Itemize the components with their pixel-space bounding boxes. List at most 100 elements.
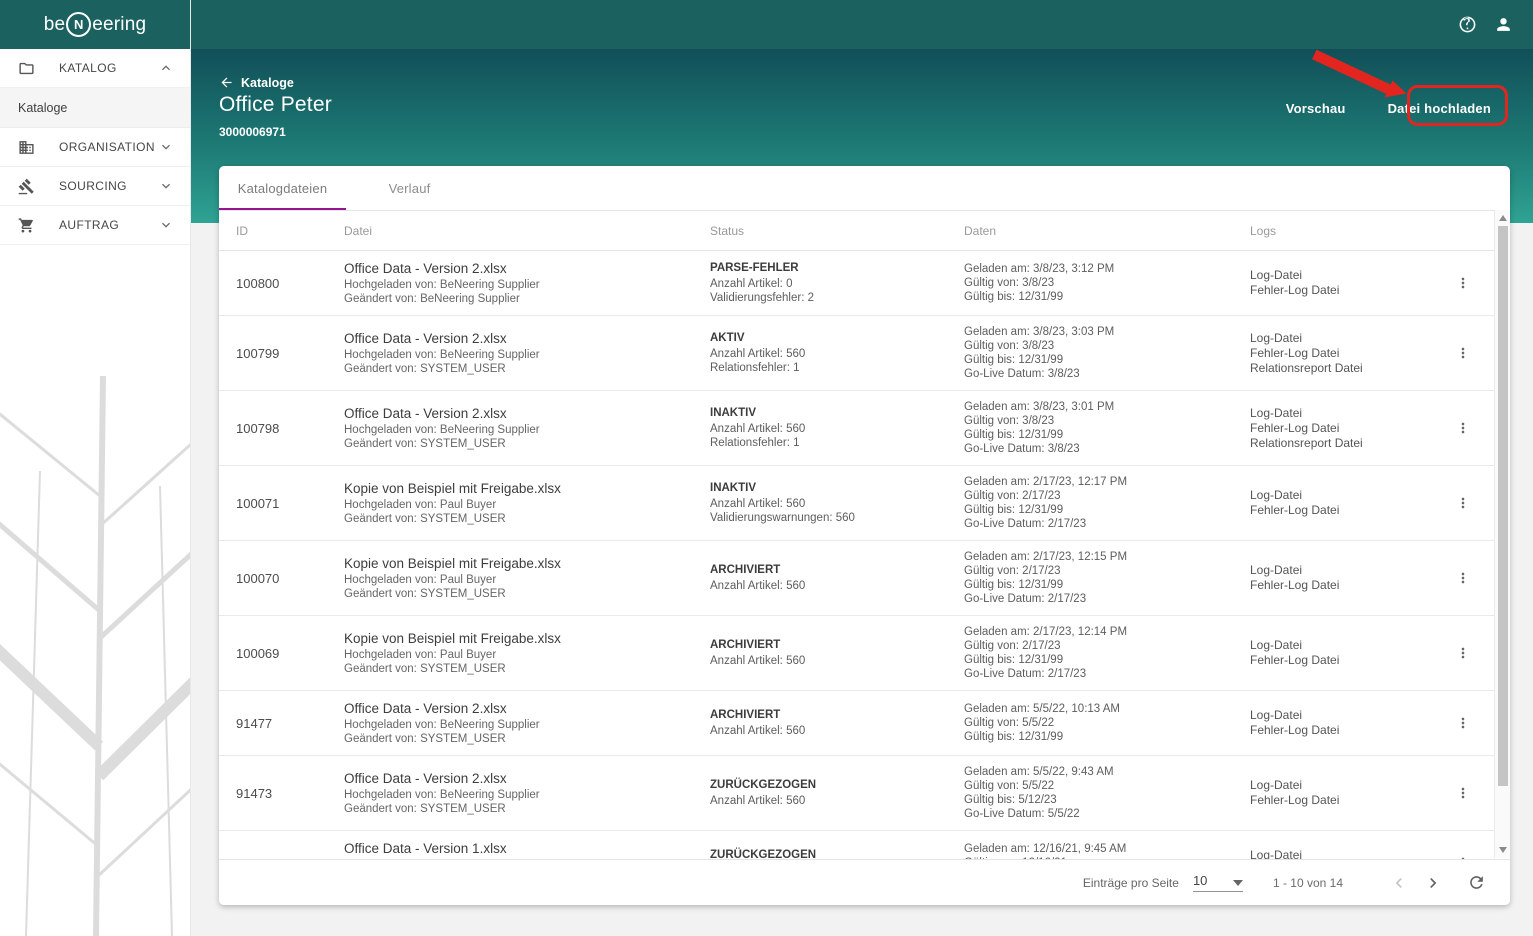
log-file-link[interactable]: Relationsreport Datei — [1250, 436, 1434, 451]
logo-text-prefix: be — [43, 13, 66, 35]
back-link[interactable]: Kataloge — [219, 75, 294, 90]
scrollbar-thumb[interactable] — [1498, 226, 1508, 786]
scrollbar-down-arrow[interactable] — [1499, 847, 1507, 853]
chevron-down-icon — [158, 139, 174, 155]
row-menu-button[interactable] — [1447, 487, 1479, 519]
row-menu-button[interactable] — [1447, 847, 1479, 859]
log-file-link[interactable]: Fehler-Log Datei — [1250, 346, 1434, 361]
status-detail: Anzahl Artikel: 560 — [710, 580, 806, 592]
log-file-link[interactable]: Fehler-Log Datei — [1250, 793, 1434, 808]
cell-file: Office Data - Version 1.xlsx Hochgeladen… — [344, 840, 710, 859]
log-file-link[interactable]: Fehler-Log Datei — [1250, 578, 1434, 593]
date-detail: Go-Live Datum: 2/17/23 — [964, 518, 1087, 530]
table-row: 100070 Kopie von Beispiel mit Freigabe.x… — [219, 541, 1494, 616]
table-row: 100800 Office Data - Version 2.xlsx Hoch… — [219, 251, 1494, 316]
table-row: 91477 Office Data - Version 2.xlsx Hochg… — [219, 691, 1494, 756]
file-name: Office Data - Version 2.xlsx — [344, 406, 507, 421]
file-changed-by: Geändert von: SYSTEM_USER — [344, 663, 506, 675]
sidebar-item-sourcing[interactable]: SOURCING — [0, 167, 190, 206]
header-actions: Vorschau Datei hochladen — [1280, 97, 1497, 120]
row-menu-button[interactable] — [1447, 337, 1479, 369]
folder-icon — [18, 60, 35, 77]
cell-id: 91477 — [236, 715, 273, 731]
building-watermark-image — [0, 376, 190, 936]
log-file-link[interactable]: Fehler-Log Datei — [1250, 283, 1434, 298]
log-file-link[interactable]: Log-Datei — [1250, 331, 1434, 346]
date-detail: Geladen am: 2/17/23, 12:15 PM — [964, 551, 1128, 563]
upload-file-button[interactable]: Datei hochladen — [1382, 97, 1497, 120]
cell-id: 100069 — [236, 645, 280, 661]
chevron-down-icon — [158, 217, 174, 233]
cell-file: Office Data - Version 2.xlsx Hochgeladen… — [344, 405, 710, 451]
row-menu-button[interactable] — [1447, 267, 1479, 299]
date-detail: Gültig von: 5/5/22 — [964, 717, 1055, 729]
row-menu-button[interactable] — [1447, 412, 1479, 444]
log-file-link[interactable]: Log-Datei — [1250, 638, 1434, 653]
status-value: ARCHIVIERT — [710, 639, 781, 651]
user-icon[interactable] — [1494, 15, 1513, 34]
cell-status: ARCHIVIERT Anzahl Artikel: 560 — [710, 708, 964, 738]
log-file-link[interactable]: Log-Datei — [1250, 406, 1434, 421]
cell-logs: Log-DateiFehler-Log Datei — [1250, 708, 1434, 738]
file-name: Kopie von Beispiel mit Freigabe.xlsx — [344, 481, 561, 496]
status-detail: Anzahl Artikel: 560 — [710, 498, 806, 510]
cell-status: ARCHIVIERT Anzahl Artikel: 560 — [710, 638, 964, 668]
cell-file: Kopie von Beispiel mit Freigabe.xlsx Hoc… — [344, 630, 710, 676]
previous-page-button[interactable] — [1389, 873, 1409, 893]
log-file-link[interactable]: Fehler-Log Datei — [1250, 723, 1434, 738]
table-row: 100069 Kopie von Beispiel mit Freigabe.x… — [219, 616, 1494, 691]
log-file-link[interactable]: Log-Datei — [1250, 848, 1434, 859]
table-scrollbar[interactable] — [1494, 210, 1510, 858]
tab-katalogdateien[interactable]: Katalogdateien — [219, 166, 346, 210]
tab-verlauf[interactable]: Verlauf — [346, 166, 473, 210]
preview-button[interactable]: Vorschau — [1280, 97, 1352, 120]
sidebar-nav: KATALOG Kataloge ORGANISATION SOURCING A… — [0, 49, 190, 245]
row-menu-button[interactable] — [1447, 707, 1479, 739]
log-file-link[interactable]: Fehler-Log Datei — [1250, 653, 1434, 668]
log-file-link[interactable]: Log-Datei — [1250, 488, 1434, 503]
refresh-button[interactable] — [1467, 873, 1486, 892]
sidebar-subitem-kataloge[interactable]: Kataloge — [0, 88, 190, 128]
scrollbar-up-arrow[interactable] — [1499, 215, 1507, 221]
date-detail: Gültig bis: 12/31/99 — [964, 654, 1064, 666]
status-value: ARCHIVIERT — [710, 709, 781, 721]
per-page-select[interactable]: 10 — [1192, 873, 1243, 892]
cell-daten: Geladen am: 5/5/22, 10:13 AM Gültig von: … — [964, 702, 1250, 744]
pagination-range: 1 - 10 von 14 — [1272, 875, 1343, 890]
log-file-link[interactable]: Log-Datei — [1250, 268, 1434, 283]
cell-status: PARSE-FEHLER Anzahl Artikel: 0 Validierun… — [710, 261, 964, 305]
row-menu-button[interactable] — [1447, 777, 1479, 809]
cell-logs: Log-DateiFehler-Log Datei — [1250, 848, 1434, 859]
file-name: Kopie von Beispiel mit Freigabe.xlsx — [344, 631, 561, 646]
next-page-button[interactable] — [1423, 873, 1443, 893]
cell-status: AKTIV Anzahl Artikel: 560 Relationsfehler… — [710, 331, 964, 375]
row-menu-button[interactable] — [1447, 562, 1479, 594]
sidebar: be Neering KATALOG Kataloge ORGANISATION … — [0, 0, 191, 936]
cell-daten: Geladen am: 2/17/23, 12:15 PM Gültig von:… — [964, 550, 1250, 606]
date-detail: Gültig von: 2/17/23 — [964, 490, 1061, 502]
gavel-icon — [18, 178, 35, 195]
row-menu-button[interactable] — [1447, 637, 1479, 669]
app-logo: be Neering — [0, 0, 190, 49]
file-changed-by: Geändert von: BeNeering Supplier — [344, 293, 520, 305]
log-file-link[interactable]: Log-Datei — [1250, 708, 1434, 723]
log-file-link[interactable]: Fehler-Log Datei — [1250, 421, 1434, 436]
status-value: ZURÜCKGEZOGEN — [710, 849, 817, 859]
chevron-up-icon — [158, 60, 174, 76]
date-detail: Go-Live Datum: 2/17/23 — [964, 668, 1087, 680]
cell-logs: Log-Datei Fehler-Log Datei Relationsreport… — [1250, 331, 1434, 376]
log-file-link[interactable]: Log-Datei — [1250, 778, 1434, 793]
date-detail: Go-Live Datum: 2/17/23 — [964, 593, 1087, 605]
log-file-link[interactable]: Fehler-Log Datei — [1250, 503, 1434, 518]
log-file-link[interactable]: Log-Datei — [1250, 563, 1434, 578]
help-icon[interactable] — [1458, 15, 1477, 34]
col-id: ID — [236, 223, 248, 238]
sidebar-item-katalog[interactable]: KATALOG — [0, 49, 190, 88]
status-value: ARCHIVIERT — [710, 564, 781, 576]
cell-file: Kopie von Beispiel mit Freigabe.xlsx Hoc… — [344, 555, 710, 601]
date-detail: Go-Live Datum: 3/8/23 — [964, 443, 1080, 455]
log-file-link[interactable]: Relationsreport Datei — [1250, 361, 1434, 376]
sidebar-item-auftrag[interactable]: AUFTRAG — [0, 206, 190, 245]
sidebar-item-organisation[interactable]: ORGANISATION — [0, 128, 190, 167]
status-detail: Anzahl Artikel: 560 — [710, 655, 806, 667]
